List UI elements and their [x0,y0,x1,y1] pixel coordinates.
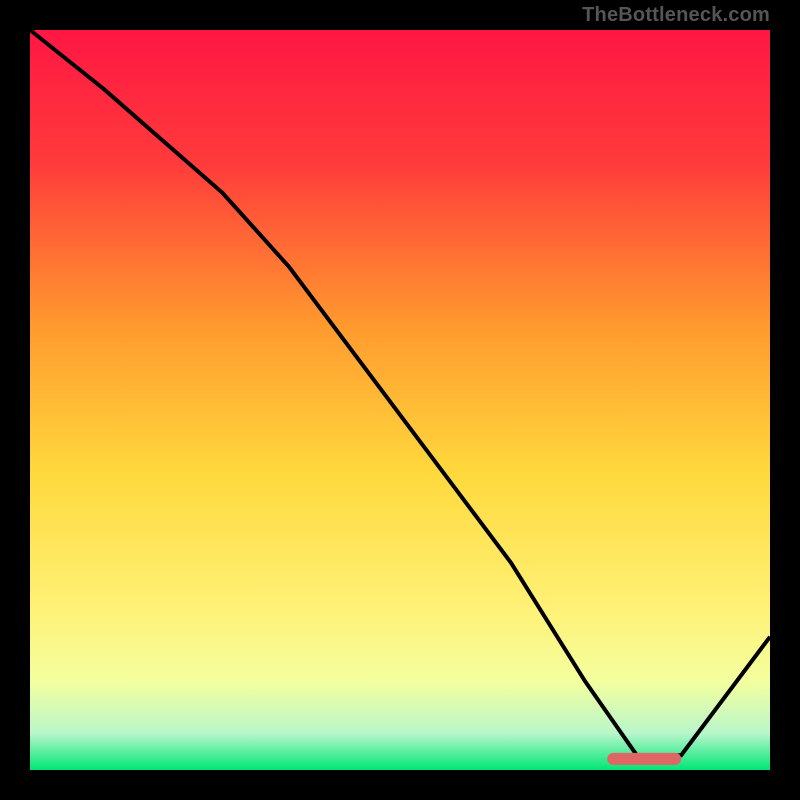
plot-area [30,30,770,770]
gradient-background [30,30,770,770]
attribution-text: TheBottleneck.com [582,4,770,27]
optimal-range-marker [607,753,681,765]
chart-frame: TheBottleneck.com [0,0,800,800]
chart-svg [30,30,770,770]
